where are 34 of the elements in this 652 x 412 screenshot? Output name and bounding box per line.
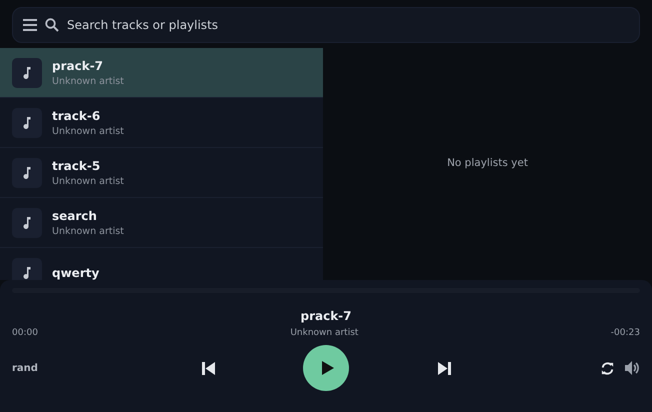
track-row[interactable]: track-5 Unknown artist [0,148,323,198]
menu-icon[interactable] [23,19,37,31]
now-playing-title: prack-7 [299,309,353,323]
next-icon[interactable] [438,362,450,374]
repeat-icon[interactable] [600,360,615,376]
music-note-icon [12,58,42,88]
track-row[interactable]: prack-7 Unknown artist [0,48,323,98]
remaining-time: -00:23 [610,328,640,338]
volume-icon[interactable] [625,361,640,375]
shuffle-mode-button[interactable]: rand [12,362,38,374]
track-title: track-6 [52,108,102,122]
play-icon [322,361,334,375]
music-note-icon [12,258,42,280]
search-field[interactable]: Search tracks or playlists [67,18,629,32]
music-note-icon [12,108,42,138]
music-note-icon [12,208,42,238]
previous-icon[interactable] [202,362,214,374]
search-icon [45,18,59,32]
track-artist: Unknown artist [52,76,124,86]
search-bar[interactable]: Search tracks or playlists [12,7,640,43]
now-playing-artist: Unknown artist [290,328,358,338]
track-title: search [52,208,98,222]
play-button[interactable] [303,345,349,391]
track-row[interactable]: search Unknown artist [0,198,323,248]
music-note-icon [12,158,42,188]
track-row[interactable]: track-6 Unknown artist [0,98,323,148]
empty-message: No playlists yet [447,157,528,169]
track-title: prack-7 [52,58,104,72]
track-artist: Unknown artist [52,226,124,236]
track-artist: Unknown artist [52,176,124,186]
track-title: track-5 [52,158,102,172]
elapsed-time: 00:00 [12,328,38,338]
track-title: qwerty [52,266,100,280]
track-artist: Unknown artist [52,126,124,136]
